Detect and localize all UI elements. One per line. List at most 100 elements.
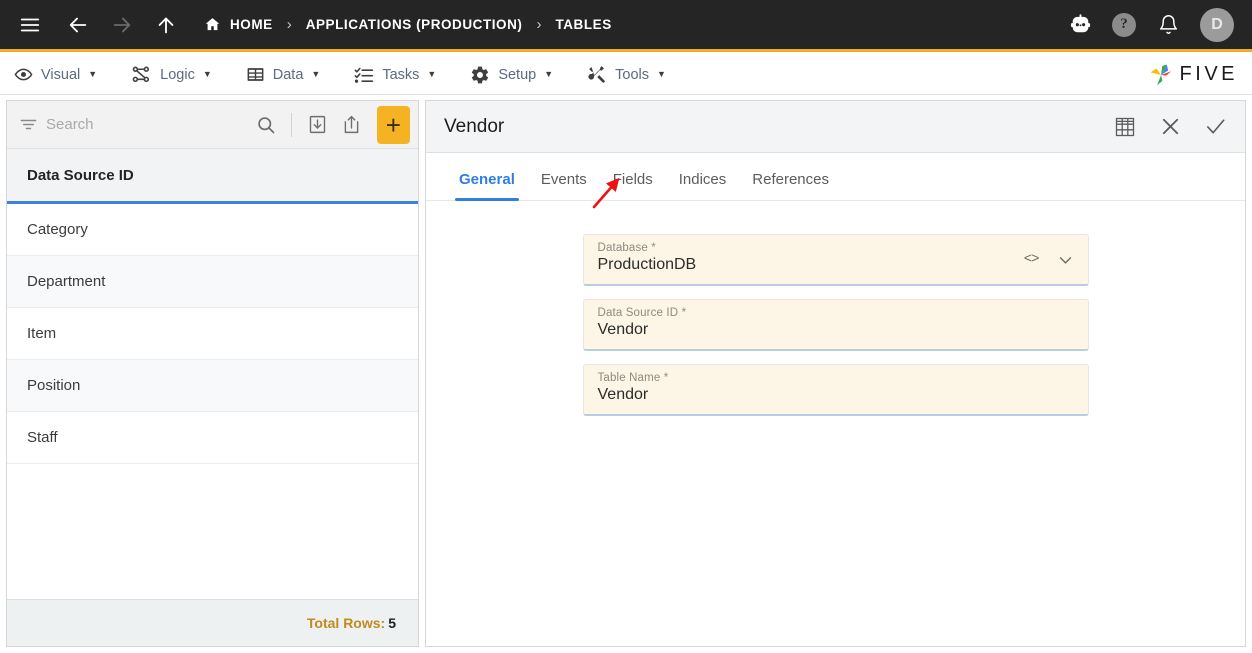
tab-events[interactable]: Events <box>528 171 600 200</box>
chevron-down-icon: ▼ <box>202 69 212 79</box>
tab-references[interactable]: References <box>739 171 842 200</box>
list-item-label: Category <box>27 221 88 238</box>
confirm-button[interactable] <box>1204 115 1227 138</box>
database-field-value: ProductionDB <box>597 256 697 273</box>
robot-assistant-icon[interactable] <box>1064 9 1096 41</box>
table-grid-icon <box>246 65 265 84</box>
chevron-down-icon: ▼ <box>427 69 437 79</box>
chevron-down-icon: ▼ <box>88 69 98 79</box>
export-upload-icon[interactable] <box>338 110 364 140</box>
tab-indices[interactable]: Indices <box>666 171 740 200</box>
list-item-label: Department <box>27 273 106 290</box>
table-name-field[interactable]: Table Name * Vendor <box>582 364 1089 416</box>
gear-icon <box>470 65 490 85</box>
notifications-bell-icon[interactable] <box>1152 9 1184 41</box>
chevron-down-icon[interactable] <box>1057 251 1074 268</box>
tab-events-label: Events <box>540 171 587 188</box>
home-icon <box>204 16 221 33</box>
menu-tools-label: Tools <box>615 66 649 83</box>
chevron-down-icon: ▼ <box>657 69 666 79</box>
five-brand-logo: FIVE <box>1148 62 1252 88</box>
list-item[interactable]: Position <box>7 360 418 412</box>
wrench-screwdriver-icon <box>587 65 607 85</box>
menu-tasks-label: Tasks <box>382 66 420 83</box>
import-download-icon[interactable] <box>304 110 330 140</box>
table-detail-panel: Vendor General Events Fields Indices Ref… <box>425 100 1246 647</box>
data-source-list: Category Department Item Position Staff <box>7 204 418 599</box>
menu-visual[interactable]: Visual ▼ <box>14 65 114 84</box>
code-brackets-icon[interactable]: <> <box>1024 252 1040 268</box>
menu-tasks[interactable]: Tasks ▼ <box>354 65 453 85</box>
tab-references-label: References <box>752 171 829 188</box>
database-field-label: Database * <box>597 242 656 254</box>
page-title: Vendor <box>444 115 505 137</box>
avatar-initial: D <box>1211 15 1223 33</box>
toolbar-divider <box>291 112 293 137</box>
breadcrumb-separator: › <box>286 16 292 33</box>
sidebar-search-toolbar: + <box>7 101 418 149</box>
menu-logic[interactable]: Logic ▼ <box>131 64 229 85</box>
menu-logic-label: Logic <box>160 66 195 83</box>
total-rows-label: Total Rows: <box>306 615 386 631</box>
search-input[interactable] <box>46 116 245 133</box>
chevron-down-icon: ▼ <box>311 69 321 79</box>
data-source-id-field[interactable]: Data Source ID * Vendor <box>582 299 1089 351</box>
list-item[interactable]: Department <box>7 256 418 308</box>
sidebar-column-header[interactable]: Data Source ID <box>7 149 418 204</box>
five-pinwheel-logo <box>1148 62 1174 88</box>
list-item[interactable]: Category <box>7 204 418 256</box>
forward-arrow-icon[interactable] <box>106 9 138 41</box>
menu-setup-label: Setup <box>498 66 537 83</box>
tab-general[interactable]: General <box>446 171 528 201</box>
table-name-label: Table Name * <box>597 372 669 384</box>
back-arrow-icon[interactable] <box>62 9 94 41</box>
data-source-id-value: Vendor <box>597 321 649 338</box>
menu-setup[interactable]: Setup ▼ <box>470 65 570 85</box>
list-item-label: Item <box>27 325 57 342</box>
help-icon[interactable]: ? <box>1112 12 1136 37</box>
checklist-icon <box>354 65 374 85</box>
user-avatar[interactable]: D <box>1200 7 1234 42</box>
breadcrumb-separator-2: › <box>536 16 542 33</box>
breadcrumb-home[interactable]: HOME <box>204 16 273 33</box>
list-item-label: Position <box>27 377 81 394</box>
menu-tools[interactable]: Tools ▼ <box>587 65 683 85</box>
hamburger-menu-icon[interactable] <box>14 9 46 41</box>
sidebar-footer: Total Rows: 5 <box>7 599 418 646</box>
grid-view-button[interactable] <box>1113 115 1137 139</box>
total-rows-value: 5 <box>388 615 396 631</box>
tab-general-label: General <box>459 171 515 188</box>
application-window: HOME › APPLICATIONS (PRODUCTION) › TABLE… <box>0 0 1252 653</box>
tab-indices-label: Indices <box>678 171 727 188</box>
general-form: Database * ProductionDB <> Data Source I… <box>426 201 1245 646</box>
breadcrumb-applications-label: APPLICATIONS (PRODUCTION) <box>305 17 523 32</box>
database-field-icons: <> <box>1024 251 1074 268</box>
breadcrumb-tables[interactable]: TABLES <box>555 17 611 32</box>
menu-visual-label: Visual <box>41 66 81 83</box>
detail-tabs: General Events Fields Indices References <box>426 153 1245 201</box>
tab-fields[interactable]: Fields <box>600 171 666 200</box>
eye-icon <box>14 65 33 84</box>
data-source-sidebar: + Data Source ID Category Department Ite… <box>6 100 419 647</box>
top-navigation-bar: HOME › APPLICATIONS (PRODUCTION) › TABLE… <box>0 0 1252 52</box>
panel-header: Vendor <box>426 101 1245 153</box>
flow-nodes-icon <box>131 64 152 85</box>
menu-data[interactable]: Data ▼ <box>246 65 338 84</box>
application-menu-bar: Visual ▼ Logic ▼ Data ▼ Tasks ▼ Setup ▼ … <box>0 55 1252 95</box>
chevron-down-icon: ▼ <box>544 69 554 79</box>
panel-action-buttons <box>1113 115 1227 139</box>
menu-data-label: Data <box>272 66 304 83</box>
filter-icon[interactable] <box>19 115 38 134</box>
search-icon[interactable] <box>253 110 279 140</box>
close-button[interactable] <box>1159 115 1182 138</box>
list-item-label: Staff <box>27 429 58 446</box>
list-item[interactable]: Item <box>7 308 418 360</box>
breadcrumb-applications[interactable]: APPLICATIONS (PRODUCTION) <box>306 17 523 32</box>
add-record-button[interactable]: + <box>376 105 410 144</box>
database-field[interactable]: Database * ProductionDB <> <box>582 234 1089 286</box>
list-item[interactable]: Staff <box>7 412 418 464</box>
help-label: ? <box>1120 16 1128 32</box>
tab-fields-label: Fields <box>612 171 653 188</box>
up-arrow-icon[interactable] <box>150 9 182 41</box>
topbar-right-actions: ? D <box>1064 7 1252 42</box>
